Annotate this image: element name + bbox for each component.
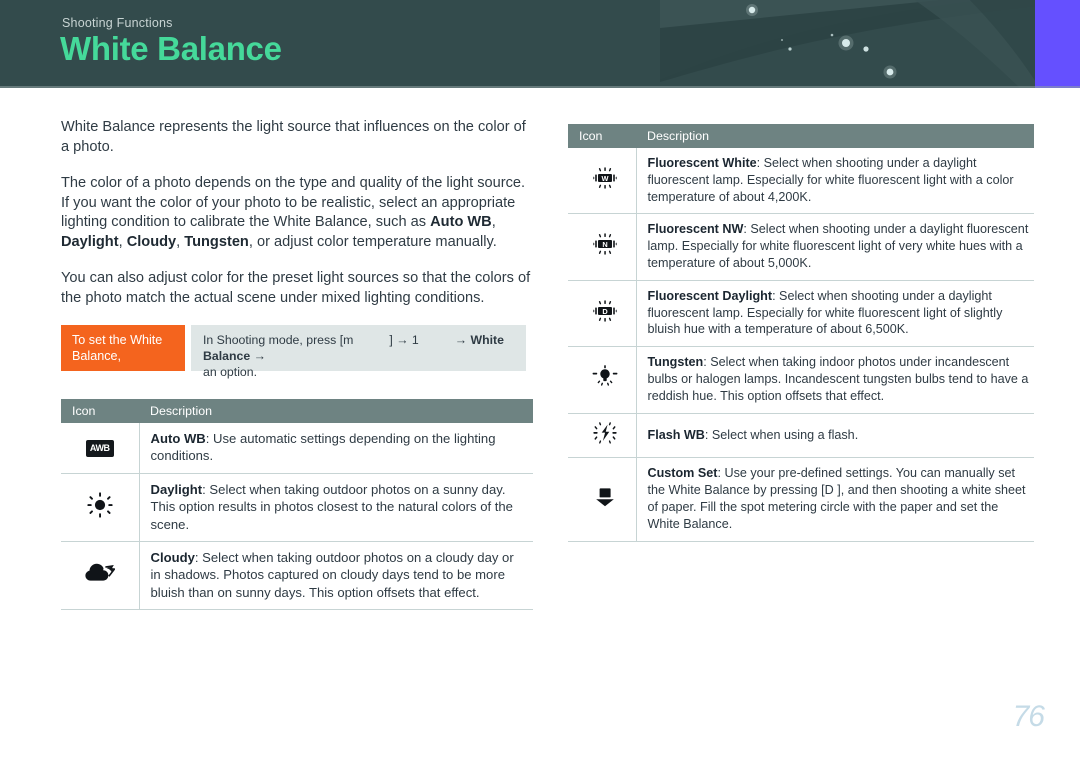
column-header-description: Description [139,399,533,423]
svg-text:W: W [602,174,609,183]
intro-p2-tail: , or adjust color temperature manually. [248,233,497,250]
table-row: N Fluorescent NW: Select when shooting u… [568,213,1034,281]
page-header: Shooting Functions White Balance [0,0,1080,88]
callout-arrow-2: → [253,349,266,363]
description-cell: Fluorescent NW: Select when shooting und… [636,213,1034,281]
icon-cell: AWB [61,423,140,474]
table-row: Daylight: Select when taking outdoor pho… [61,473,533,543]
svg-text:N: N [603,240,608,249]
icon-cell [61,473,140,543]
term-tungsten: Tungsten [184,233,249,250]
white-balance-table-left: Icon Description AWB Auto WB: Use automa… [61,399,533,611]
row-term: Flash WB [647,427,705,442]
row-term: Cloudy [150,550,195,566]
fluorescent-white-icon: W [590,167,620,189]
icon-cell: D [568,280,637,348]
description-cell: Daylight: Select when taking outdoor pho… [139,473,533,543]
callout-post: an option. [203,365,258,379]
description-cell: Fluorescent Daylight: Select when shooti… [636,280,1034,348]
row-term: Auto WB [150,431,206,446]
sun-icon [87,492,113,518]
term-daylight: Daylight [61,233,119,250]
column-header-description: Description [636,124,1034,148]
row-term: Fluorescent White [647,156,757,170]
header-decorative-artwork [660,0,1080,88]
page-number: 76 [1012,700,1045,733]
description-cell: Cloudy: Select when taking outdoor photo… [139,541,533,611]
table-row: D Fluorescent Daylight: Select when shoo… [568,280,1034,348]
description-cell: Flash WB: Select when using a flash. [636,413,1034,459]
fluorescent-nw-icon: N [590,233,620,255]
white-balance-table-right: Icon Description W Fluorescent White: Se… [568,124,1034,542]
tungsten-icon [592,365,618,389]
row-term: Daylight [150,481,203,497]
callout-mid: ] → 1 [389,333,419,347]
table-row: Flash WB: Select when using a flash. [568,413,1034,459]
icon-cell: W [568,148,637,215]
callout-instruction: In Shooting mode, press [m] → 1 → White B… [191,325,526,379]
row-term: Custom Set [647,466,718,481]
callout-pre: In Shooting mode, press [m [203,333,354,347]
callout-box: To set the White Balance, In Shooting mo… [61,325,533,379]
description-cell: Fluorescent White: Select when shooting … [636,148,1034,215]
callout-tag-label: To set the White Balance, [61,325,185,371]
flash-wb-icon [592,421,618,445]
term-auto-wb: Auto WB [430,214,492,230]
term-cloudy: Cloudy [126,233,177,250]
left-column: White Balance represents the light sourc… [61,118,533,611]
sep1: , [491,214,496,230]
description-cell: Tungsten: Select when taking indoor phot… [636,346,1034,414]
description-cell: Custom Set: Use your pre-defined setting… [636,457,1034,542]
table-header-row: Icon Description [61,399,533,423]
svg-text:D: D [603,306,609,315]
table-row: Custom Set: Use your pre-defined setting… [568,457,1034,542]
row-text: : Select when taking outdoor photos on a… [150,481,513,532]
row-text: : Select when using a flash. [704,427,859,442]
header-divider [0,86,1080,88]
icon-cell [61,541,140,611]
table-row: Cloudy: Select when taking outdoor photo… [61,541,533,611]
auto-wb-icon: AWB [85,440,114,458]
table-header-row: Icon Description [568,124,1034,148]
intro-paragraph-3: You can also adjust color for the preset… [61,270,531,306]
intro-paragraph-1: White Balance represents the light sourc… [61,119,526,155]
description-cell: Auto WB: Use automatic settings dependin… [139,423,533,474]
custom-set-icon [592,486,618,510]
header-eyebrow: Shooting Functions [62,16,173,30]
table-row: AWB Auto WB: Use automatic settings depe… [61,423,533,474]
cloud-icon [85,563,116,583]
icon-cell: N [568,213,637,281]
column-header-icon: Icon [61,399,139,423]
column-header-icon: Icon [568,124,636,148]
row-text: : Select when taking outdoor photos on a… [150,550,514,600]
page-title: White Balance [60,30,282,67]
intro-paragraph-2: The color of a photo depends on the type… [61,174,533,252]
row-term: Fluorescent NW [647,222,744,237]
sep2: , [118,233,127,250]
header-accent-bar [1035,0,1080,88]
fluorescent-daylight-icon: D [590,299,620,322]
icon-cell [568,457,637,542]
row-term: Tungsten [647,355,704,370]
row-term: Fluorescent Daylight [647,288,773,303]
table-row: Tungsten: Select when taking indoor phot… [568,346,1034,414]
icon-cell [568,346,637,414]
right-column: Icon Description W Fluorescent White: Se… [568,124,1034,542]
table-row: W Fluorescent White: Select when shootin… [568,148,1034,215]
callout-arrow-1: → [454,333,468,347]
row-text: : Select when taking indoor photos under… [647,355,1029,403]
icon-cell [568,413,637,459]
